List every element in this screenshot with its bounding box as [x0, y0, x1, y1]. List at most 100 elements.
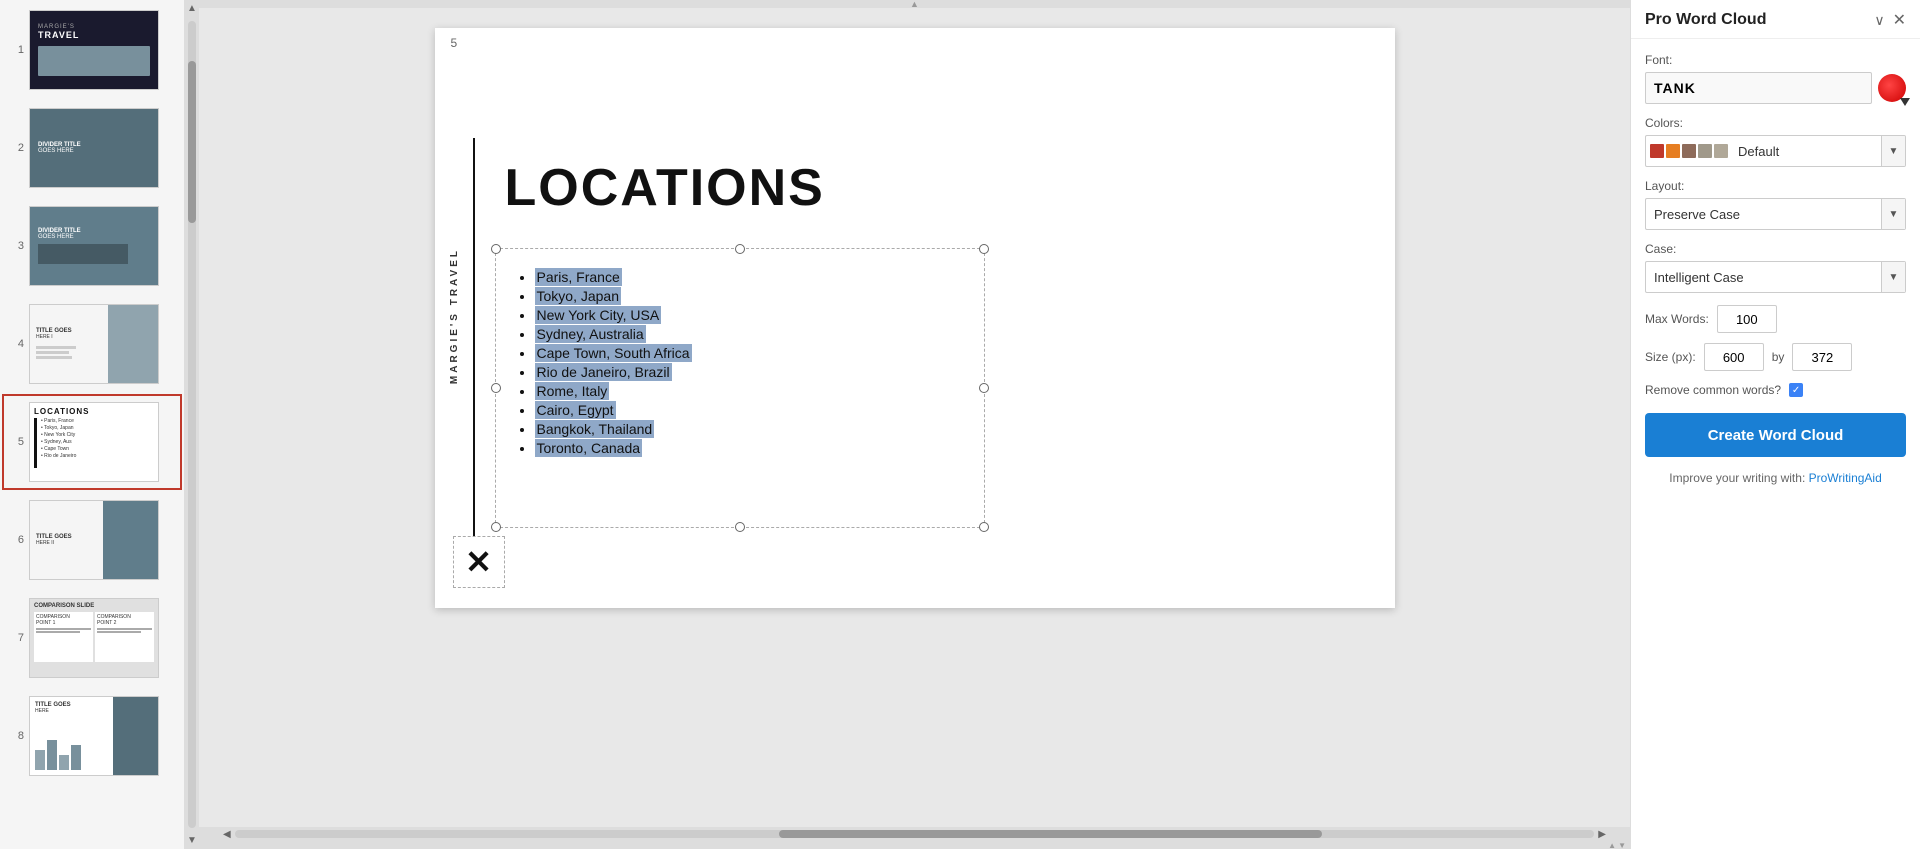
font-label: Font: [1645, 53, 1906, 67]
scroll-indicator-bottom: ▲ ▼ [199, 841, 1630, 849]
thumbnail-6[interactable]: 6 TITLE GOES HERE II [2, 492, 182, 588]
handle-tr[interactable] [979, 244, 989, 254]
scroll-down-arrow[interactable]: ▼ [187, 832, 197, 849]
thumbnail-3[interactable]: 3 DIVIDER TITLE GOES HERE [2, 198, 182, 294]
colors-dropdown[interactable]: Default ▼ [1645, 135, 1906, 167]
case-dropdown[interactable]: Intelligent Case ▼ [1645, 261, 1906, 293]
horizontal-scrollbar[interactable]: ◀ ▶ [199, 827, 1630, 841]
list-item: Tokyo, Japan [535, 288, 692, 304]
list-item: Rio de Janeiro, Brazil [535, 364, 692, 380]
scroll-bottom-up[interactable]: ▲ [1608, 841, 1616, 849]
h-scroll-track[interactable] [235, 830, 1595, 838]
handle-ml[interactable] [491, 383, 501, 393]
list-item: Cairo, Egypt [535, 402, 692, 418]
thumb-num-2: 2 [8, 142, 24, 154]
size-label: Size (px): [1645, 350, 1696, 364]
layout-label: Layout: [1645, 179, 1906, 193]
vertical-line [473, 138, 475, 558]
case-label: Case: [1645, 242, 1906, 256]
main-canvas: ▲ 5 MARGIE'S TRAVEL LOCATIONS [199, 0, 1630, 849]
panel-header: Pro Word Cloud ∨ ✕ [1631, 0, 1920, 39]
thumb-img-7: COMPARISON SLIDE COMPARISONPOINT 1 COMPA… [29, 598, 159, 678]
case-dropdown-arrow[interactable]: ▼ [1881, 262, 1905, 292]
panel-header-icons: ∨ ✕ [1874, 10, 1906, 30]
thumbnail-5[interactable]: 5 LOCATIONS • Paris, France• Tokyo, Japa… [2, 394, 182, 490]
handle-tl[interactable] [491, 244, 501, 254]
size-height-input[interactable] [1792, 343, 1852, 371]
colors-dropdown-label: Default [1732, 144, 1881, 159]
layout-dropdown[interactable]: Preserve Case ▼ [1645, 198, 1906, 230]
thumb-num-3: 3 [8, 240, 24, 252]
color-swatches [1646, 136, 1732, 166]
thumb-img-6: TITLE GOES HERE II [29, 500, 159, 580]
size-width-input[interactable] [1704, 343, 1764, 371]
vertical-scrollbar[interactable]: ▲ ▼ [185, 0, 199, 849]
list-item: Rome, Italy [535, 383, 692, 399]
thumbnail-2[interactable]: 2 DIVIDER TITLE GOES HERE [2, 100, 182, 196]
swatch-5 [1714, 144, 1728, 158]
handle-bm[interactable] [735, 522, 745, 532]
right-panel: Pro Word Cloud ∨ ✕ Font: Colors: Default [1630, 0, 1920, 849]
panel-close-icon[interactable]: ✕ [1893, 10, 1906, 30]
thumbnail-panel[interactable]: 1 MARGIE'S TRAVEL 2 DIVIDER TITLE GOES H… [0, 0, 185, 849]
v-scroll-thumb[interactable] [188, 61, 196, 222]
font-input[interactable] [1645, 72, 1872, 104]
scroll-up-arrow[interactable]: ▲ [187, 0, 197, 17]
size-by-label: by [1772, 350, 1785, 364]
colors-label: Colors: [1645, 116, 1906, 130]
remove-checkbox[interactable]: ✓ [1789, 383, 1803, 397]
vertical-label: MARGIE'S TRAVEL [449, 248, 460, 384]
list-item: New York City, USA [535, 307, 692, 323]
thumb-num-8: 8 [8, 730, 24, 742]
max-words-input[interactable] [1717, 305, 1777, 333]
remove-common-row: Remove common words? ✓ [1645, 383, 1906, 397]
max-words-label: Max Words: [1645, 312, 1709, 326]
cursor-indicator [1900, 98, 1910, 106]
max-words-row: Max Words: [1645, 305, 1906, 333]
thumb-img-3: DIVIDER TITLE GOES HERE [29, 206, 159, 286]
swatch-2 [1666, 144, 1680, 158]
layout-value: Preserve Case [1646, 207, 1881, 222]
swatch-3 [1682, 144, 1696, 158]
swatch-1 [1650, 144, 1664, 158]
h-scroll-thumb[interactable] [779, 830, 1323, 838]
slide-container: 5 MARGIE'S TRAVEL LOCATIONS Par [435, 28, 1395, 608]
thumbnail-1[interactable]: 1 MARGIE'S TRAVEL [2, 2, 182, 98]
list-item: Toronto, Canada [535, 440, 692, 456]
create-word-cloud-button[interactable]: Create Word Cloud [1645, 413, 1906, 457]
locations-list: Paris, France Tokyo, Japan New York City… [515, 266, 692, 459]
x-element: ✕ [453, 536, 505, 588]
thumb-num-5: 5 [8, 436, 24, 448]
scroll-bottom-down[interactable]: ▼ [1618, 841, 1626, 849]
handle-tm[interactable] [735, 244, 745, 254]
handle-br[interactable] [979, 522, 989, 532]
colors-dropdown-arrow[interactable]: ▼ [1881, 136, 1905, 166]
list-item: Cape Town, South Africa [535, 345, 692, 361]
thumbnail-8[interactable]: 8 TITLE GOES HERE [2, 688, 182, 784]
prowritingaid-link[interactable]: ProWritingAid [1809, 471, 1882, 485]
thumb-img-8: TITLE GOES HERE [29, 696, 159, 776]
thumb-img-1: MARGIE'S TRAVEL [29, 10, 159, 90]
handle-bl[interactable] [491, 522, 501, 532]
font-color-btn[interactable] [1878, 74, 1906, 102]
swatch-4 [1698, 144, 1712, 158]
scroll-right-arrow[interactable]: ▶ [1594, 829, 1610, 840]
thumb-img-4: TITLE GOES HERE I [29, 304, 159, 384]
panel-body: Font: Colors: Default ▼ Layout: Preserve… [1631, 39, 1920, 849]
thumbnail-4[interactable]: 4 TITLE GOES HERE I [2, 296, 182, 392]
remove-label: Remove common words? [1645, 383, 1781, 397]
improve-writing-text: Improve your writing with: ProWritingAid [1645, 471, 1906, 485]
list-item: Sydney, Australia [535, 326, 692, 342]
layout-dropdown-arrow[interactable]: ▼ [1881, 199, 1905, 229]
v-scroll-track[interactable] [188, 21, 196, 828]
scroll-left-arrow[interactable]: ◀ [219, 829, 235, 840]
slide-number: 5 [451, 36, 458, 50]
thumb-num-6: 6 [8, 534, 24, 546]
thumb-num-1: 1 [8, 44, 24, 56]
panel-collapse-icon[interactable]: ∨ [1874, 12, 1884, 29]
size-row: Size (px): by [1645, 343, 1906, 371]
case-value: Intelligent Case [1646, 270, 1881, 285]
thumbnail-7[interactable]: 7 COMPARISON SLIDE COMPARISONPOINT 1 COM… [2, 590, 182, 686]
handle-mr[interactable] [979, 383, 989, 393]
thumb-num-4: 4 [8, 338, 24, 350]
